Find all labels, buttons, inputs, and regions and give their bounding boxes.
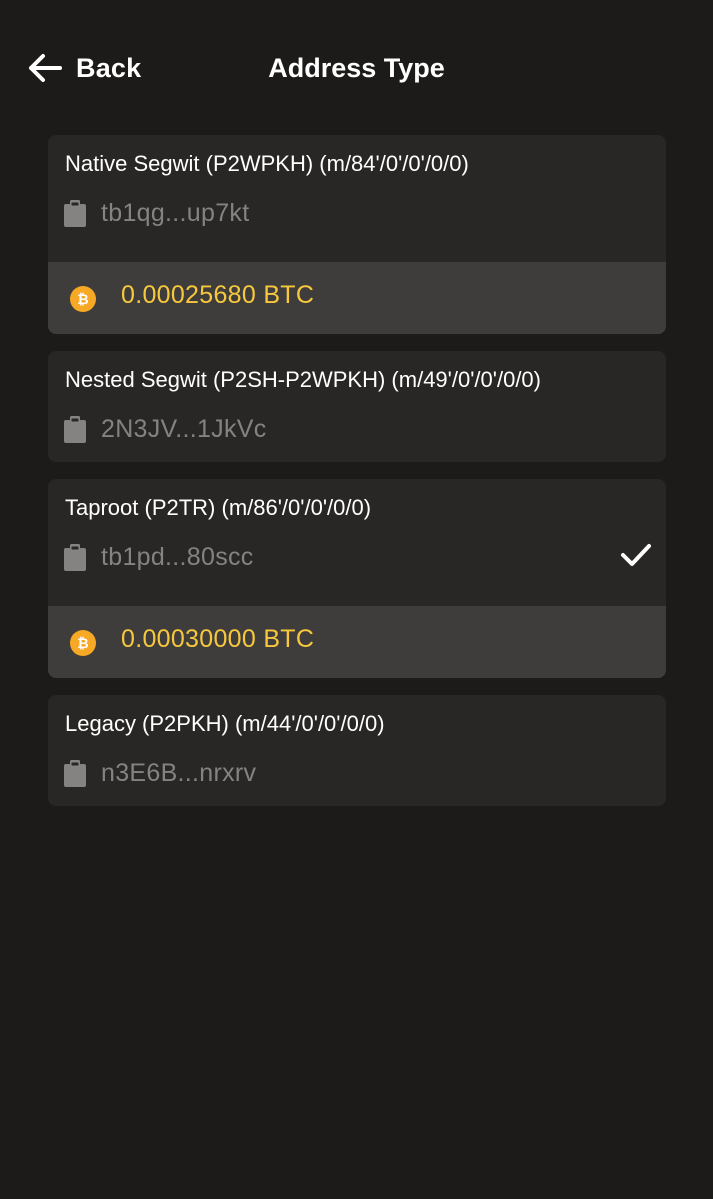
address-row: n3E6B...nrxrv bbox=[64, 759, 256, 788]
address-type-list: Native Segwit (P2WPKH) (m/84'/0'/0'/0/0)… bbox=[48, 135, 666, 823]
address-text: n3E6B...nrxrv bbox=[101, 759, 257, 787]
balance-row: ₿ 0.00025680 BTC bbox=[48, 262, 666, 334]
address-text: 2N3JV...1JkVc bbox=[101, 415, 267, 443]
address-row: 2N3JV...1JkVc bbox=[64, 415, 267, 444]
clipboard-icon[interactable] bbox=[64, 544, 86, 571]
address-type-card-legacy[interactable]: Legacy (P2PKH) (m/44'/0'/0'/0/0) n3E6B..… bbox=[48, 695, 666, 806]
address-row: tb1pd...80scc bbox=[64, 543, 254, 572]
card-header: Nested Segwit (P2SH-P2WPKH) (m/49'/0'/0'… bbox=[48, 351, 666, 462]
balance-row: ₿ 0.00030000 BTC bbox=[48, 606, 666, 678]
address-type-card-taproot[interactable]: Taproot (P2TR) (m/86'/0'/0'/0/0) tb1pd..… bbox=[48, 479, 666, 678]
balance-amount: 0.00025680 BTC bbox=[121, 281, 315, 309]
clipboard-icon[interactable] bbox=[64, 416, 86, 443]
address-type-card-native-segwit[interactable]: Native Segwit (P2WPKH) (m/84'/0'/0'/0/0)… bbox=[48, 135, 666, 334]
address-text: tb1qg...up7kt bbox=[101, 199, 250, 227]
bitcoin-icon: ₿ bbox=[70, 630, 96, 656]
card-header: Native Segwit (P2WPKH) (m/84'/0'/0'/0/0)… bbox=[48, 135, 666, 262]
address-type-title: Native Segwit (P2WPKH) (m/84'/0'/0'/0/0) bbox=[65, 151, 469, 176]
svg-text:₿: ₿ bbox=[77, 292, 88, 308]
svg-text:₿: ₿ bbox=[77, 636, 88, 652]
address-type-title: Legacy (P2PKH) (m/44'/0'/0'/0/0) bbox=[65, 711, 385, 736]
header: Back Address Type bbox=[0, 0, 713, 136]
balance-amount: 0.00030000 BTC bbox=[121, 625, 315, 653]
address-type-title: Taproot (P2TR) (m/86'/0'/0'/0/0) bbox=[65, 495, 372, 520]
check-icon bbox=[621, 544, 651, 566]
address-type-title: Nested Segwit (P2SH-P2WPKH) (m/49'/0'/0'… bbox=[65, 367, 541, 392]
clipboard-icon[interactable] bbox=[64, 760, 86, 787]
address-row: tb1qg...up7kt bbox=[64, 199, 249, 228]
bitcoin-icon: ₿ bbox=[70, 286, 96, 312]
page-title: Address Type bbox=[268, 53, 445, 83]
card-header: Legacy (P2PKH) (m/44'/0'/0'/0/0) n3E6B..… bbox=[48, 695, 666, 806]
clipboard-icon[interactable] bbox=[64, 200, 86, 227]
address-text: tb1pd...80scc bbox=[101, 543, 254, 571]
card-header: Taproot (P2TR) (m/86'/0'/0'/0/0) tb1pd..… bbox=[48, 479, 666, 606]
address-type-card-nested-segwit[interactable]: Nested Segwit (P2SH-P2WPKH) (m/49'/0'/0'… bbox=[48, 351, 666, 462]
